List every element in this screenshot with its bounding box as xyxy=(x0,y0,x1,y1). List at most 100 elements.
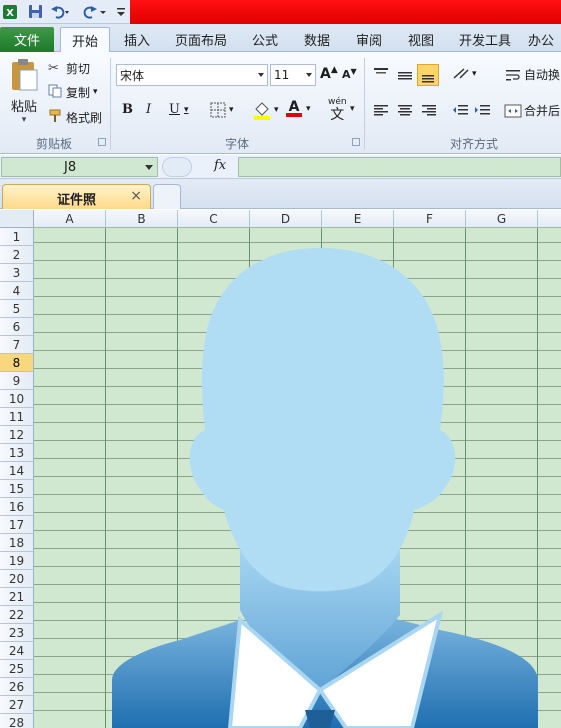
column-header-c[interactable]: C xyxy=(178,210,250,228)
workbook-tab-bar: X 证件照 × xyxy=(0,179,561,209)
column-header-g[interactable]: G xyxy=(466,210,538,228)
row-header[interactable]: 20 xyxy=(0,570,34,588)
shrink-font-icon: A xyxy=(342,68,351,81)
row-header[interactable]: 11 xyxy=(0,408,34,426)
row-header[interactable]: 7 xyxy=(0,336,34,354)
row-header[interactable]: 12 xyxy=(0,426,34,444)
new-workbook-tab[interactable] xyxy=(153,184,181,209)
font-color-button[interactable]: A xyxy=(286,99,302,117)
tab-developer[interactable]: 开发工具 xyxy=(452,27,518,52)
row-header-selected[interactable]: 8 xyxy=(0,354,34,372)
grow-font-icon: A xyxy=(320,66,331,82)
fill-color-button[interactable]: ▾ xyxy=(252,100,279,120)
row-header[interactable]: 4 xyxy=(0,282,34,300)
formula-toggle[interactable] xyxy=(162,157,192,177)
select-all-corner[interactable] xyxy=(0,210,34,228)
format-painter-button[interactable]: 格式刷 xyxy=(48,107,102,127)
chevron-down-icon[interactable] xyxy=(145,165,153,170)
row-header[interactable]: 21 xyxy=(0,588,34,606)
column-header-b[interactable]: B xyxy=(106,210,178,228)
orientation-button[interactable]: ▾ xyxy=(452,66,477,82)
row-header[interactable]: 15 xyxy=(0,480,34,498)
column-header-d[interactable]: D xyxy=(250,210,322,228)
underline-button[interactable]: U ▾ xyxy=(169,102,189,117)
fill-bucket-icon xyxy=(254,102,270,120)
redo-icon[interactable] xyxy=(80,3,108,20)
row-header[interactable]: 10 xyxy=(0,390,34,408)
copy-button[interactable]: 复制 ▾ xyxy=(48,82,98,102)
tab-data[interactable]: 数据 xyxy=(296,27,338,52)
row-header[interactable]: 6 xyxy=(0,318,34,336)
align-right-button[interactable] xyxy=(420,102,438,118)
font-size-value: 11 xyxy=(274,68,290,82)
row-header[interactable]: 13 xyxy=(0,444,34,462)
row-header[interactable]: 9 xyxy=(0,372,34,390)
clipboard-launcher-icon[interactable] xyxy=(98,138,106,146)
column-header-a[interactable]: A xyxy=(34,210,106,228)
column-header-e[interactable]: E xyxy=(322,210,394,228)
close-icon[interactable]: × xyxy=(130,188,142,204)
align-top-button[interactable] xyxy=(372,66,390,82)
bold-button[interactable]: B xyxy=(122,102,133,117)
row-header[interactable]: 27 xyxy=(0,696,34,714)
tab-office[interactable]: 办公 xyxy=(528,27,561,52)
tab-home[interactable]: 开始 xyxy=(60,27,110,53)
name-box[interactable]: J8 xyxy=(1,157,158,177)
increase-indent-button[interactable] xyxy=(474,102,492,118)
column-header-f[interactable]: F xyxy=(394,210,466,228)
cut-button[interactable]: ✂ 剪切 xyxy=(48,58,90,78)
chevron-down-icon[interactable]: ▾ xyxy=(306,104,311,114)
tab-formulas[interactable]: 公式 xyxy=(244,27,286,52)
row-header[interactable]: 14 xyxy=(0,462,34,480)
row-header[interactable]: 19 xyxy=(0,552,34,570)
shrink-font-button[interactable]: A ▼ xyxy=(342,67,357,81)
wrap-text-icon xyxy=(506,69,520,80)
undo-icon[interactable] xyxy=(50,3,70,20)
row-header[interactable]: 16 xyxy=(0,498,34,516)
row-header[interactable]: 26 xyxy=(0,678,34,696)
tab-review[interactable]: 审阅 xyxy=(348,27,390,52)
grow-font-button[interactable]: A ▲ xyxy=(320,65,338,82)
tab-page-layout[interactable]: 页面布局 xyxy=(170,27,232,52)
chevron-down-icon: ▾ xyxy=(274,105,279,115)
wrap-text-button[interactable]: 自动换 xyxy=(504,66,560,83)
row-header[interactable]: 23 xyxy=(0,624,34,642)
row-header[interactable]: 24 xyxy=(0,642,34,660)
row-header[interactable]: 5 xyxy=(0,300,34,318)
excel-icon[interactable]: X xyxy=(2,3,18,20)
row-header[interactable]: 22 xyxy=(0,606,34,624)
portrait-silhouette-image xyxy=(112,248,538,728)
font-size-select[interactable]: 11 xyxy=(270,64,316,86)
row-header[interactable]: 3 xyxy=(0,264,34,282)
save-icon[interactable] xyxy=(27,3,43,20)
row-header[interactable]: 17 xyxy=(0,516,34,534)
align-center-button[interactable] xyxy=(396,102,414,118)
row-header[interactable]: 18 xyxy=(0,534,34,552)
phonetic-button[interactable]: wén 文 xyxy=(328,98,347,124)
head-shape xyxy=(189,248,456,592)
merge-center-button[interactable]: 合并后 xyxy=(504,102,560,119)
tab-view[interactable]: 视图 xyxy=(400,27,442,52)
row-header[interactable]: 25 xyxy=(0,660,34,678)
chevron-down-icon[interactable]: ▾ xyxy=(350,104,355,114)
customize-icon[interactable] xyxy=(116,3,126,20)
font-launcher-icon[interactable] xyxy=(352,138,360,146)
row-header[interactable]: 1 xyxy=(0,228,34,246)
paste-button[interactable]: 粘贴 ▾ xyxy=(6,56,42,130)
tab-file[interactable]: 文件 xyxy=(0,27,54,52)
font-family-select[interactable]: 宋体 xyxy=(116,64,268,86)
italic-button[interactable]: I xyxy=(146,102,151,117)
align-bottom-button[interactable] xyxy=(417,64,439,86)
row-header[interactable]: 2 xyxy=(0,246,34,264)
align-middle-button[interactable] xyxy=(396,66,414,82)
border-button[interactable]: ▾ xyxy=(210,102,234,118)
insert-function-button[interactable]: fx xyxy=(214,158,226,173)
decrease-indent-button[interactable] xyxy=(452,102,470,118)
tab-insert[interactable]: 插入 xyxy=(116,27,158,52)
align-left-button[interactable] xyxy=(372,102,390,118)
workbook-tab[interactable]: 证件照 × xyxy=(2,184,151,209)
cell-reference: J8 xyxy=(64,159,77,175)
column-header-h[interactable] xyxy=(538,210,561,228)
row-header[interactable]: 28 xyxy=(0,714,34,728)
formula-input[interactable] xyxy=(238,157,561,177)
